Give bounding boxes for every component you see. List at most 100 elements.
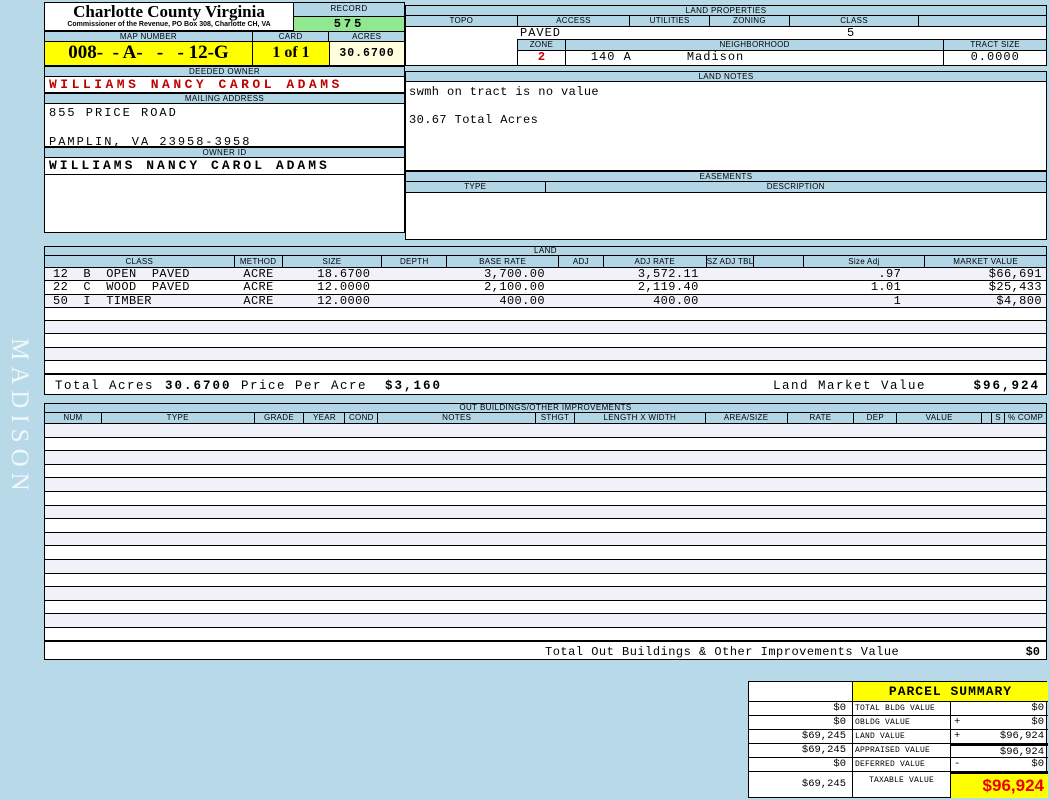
ob-col-rate: RATE [788,413,855,423]
neighborhood-label: NEIGHBORHOOD [566,40,945,50]
cell-method: ACRE [243,268,274,281]
total-acres-label: Total Acres [55,379,155,393]
land-properties-columns: TOPO ACCESS UTILITIES ZONING CLASS [405,16,1047,27]
ps-left-value: $0 [749,702,853,716]
land-market-value-label: Land Market Value [773,379,927,393]
land-col-market-value: MARKET VALUE [953,257,1018,266]
ps-right-value: + $96,924 [951,730,1048,744]
ps-amount: $0 [1031,702,1044,714]
out-buildings-body [44,424,1047,641]
land-table-empty-row [45,321,1046,335]
ps-operator: - [954,758,961,770]
taxable-label: TAXABLE VALUE [853,772,951,798]
cell-adj-rate: 2,119.40 [637,281,699,294]
cell-adj-rate: 400.00 [653,294,699,307]
class-label-spacer [919,16,1046,26]
deeded-owner-header: DEEDED OWNER [44,66,405,77]
ob-empty-row [45,627,1046,640]
ps-header-spacer [749,682,853,702]
access-label: ACCESS [518,16,631,26]
ob-col-area-size: AREA/SIZE [706,413,788,423]
total-acres-value: 30.6700 [165,379,232,393]
ps-operator: + [954,716,961,728]
land-totals-row: Total Acres 30.6700 Price Per Acre $3,16… [44,374,1047,395]
map-number-label: MAP NUMBER [45,32,253,41]
ps-label: DEFERRED VALUE [853,758,951,772]
topo-label: TOPO [406,16,518,26]
cell-method: ACRE [243,294,274,307]
ps-right-value: $0 [951,702,1048,716]
cell-adj [559,281,604,293]
cell-method: ACRE [243,281,274,294]
zoning-label: ZONING [710,16,790,26]
commissioner-line: Commissioner of the Revenue, PO Box 308,… [67,21,271,28]
cell-size-adj: 1.01 [870,281,902,294]
neighborhood-value: 140 A Madison [566,51,945,65]
land-col-adj: ADJ [559,256,604,267]
ob-empty-row [45,587,1046,601]
price-per-acre-value: $3,160 [385,379,443,393]
record-box: RECORD 575 [293,2,405,34]
land-col-class: CLASS [45,256,235,267]
land-table-body: 12 B OPEN PAVED ACRE 18.6700 3,700.00 3,… [44,268,1047,375]
cell-size: 12.0000 [317,281,371,294]
ps-right-value: + $0 [951,716,1048,730]
cell-class: 12 B OPEN PAVED [53,268,190,281]
property-record-card: MADISON Charlotte County Virginia Commis… [0,0,1050,800]
ps-label: TOTAL BLDG VALUE [853,702,951,716]
cell-base-rate: 2,100.00 [484,281,545,294]
cell-adj [559,295,604,307]
tract-size-label: TRACT SIZE [970,40,1020,49]
map-value-row: 008- - A- - - 12-G 1 of 1 30.6700 [44,42,405,66]
ps-operator: + [954,730,961,742]
land-section-header: LAND [44,246,1047,256]
ps-label: APPRAISED VALUE [853,744,951,758]
out-buildings-section-header: OUT BUILDINGS/OTHER IMPROVEMENTS [44,403,1047,413]
card-label: CARD [253,32,330,41]
record-label: RECORD [293,2,405,17]
owner-id-value: WILLIAMS NANCY CAROL ADAMS [44,158,405,175]
cell-market-value: $25,433 [988,281,1042,294]
parcel-summary: PARCEL SUMMARY $0 TOTAL BLDG VALUE $0 $0… [748,681,1048,798]
cell-adj-rate: 3,572.11 [637,268,699,281]
ob-col-sthgt: STHGT [536,413,575,423]
map-number-value: 008- - A- - - 12-G [44,42,253,66]
ob-empty-row [45,424,1046,438]
out-buildings-total-value: $0 [1025,645,1040,659]
price-per-acre-label: Price Per Acre [241,379,368,393]
neighborhood-side-label: MADISON [6,338,33,497]
ps-label: LAND VALUE [853,730,951,744]
ob-col-pct-comp: % COMP [1007,413,1044,422]
land-table-empty-row [45,307,1046,321]
cell-size-adj: .97 [878,268,902,281]
acres-label: ACRES [352,32,382,41]
ps-amount: $0 [1031,758,1044,770]
zone-neighborhood-values: 2 140 A Madison 0.0000 [517,51,1047,66]
cell-size-adj: 1 [893,294,902,307]
ps-amount: $0 [1031,716,1044,728]
land-table-columns: CLASS METHOD SIZE DEPTH BASE RATE ADJ AD… [44,256,1047,268]
cell-base-rate: 3,700.00 [484,268,545,281]
land-col-adj-rate: ADJ RATE [604,256,707,267]
ob-empty-row [45,505,1046,520]
land-table-empty-row [45,334,1046,348]
land-table-row: 12 B OPEN PAVED ACRE 18.6700 3,700.00 3,… [45,268,1046,282]
class-label: CLASS [790,16,920,26]
address-line-1: 855 PRICE ROAD [49,106,178,120]
land-col-size: SIZE [283,256,383,267]
cell-depth [382,268,447,280]
cell-size: 12.0000 [317,294,371,307]
out-buildings-total-label: Total Out Buildings & Other Improvements… [545,645,900,659]
cell-class: 22 C WOOD PAVED [53,281,190,294]
ob-col-dep: DEP [854,413,898,423]
topo-value-cell [405,27,518,66]
cell-adj [559,268,604,280]
cell-class: 50 I TIMBER [53,294,152,307]
easement-type-label: TYPE [406,182,546,192]
cell-sz-adj-tbl [707,295,754,307]
taxable-left-value: $69,245 [749,772,853,798]
land-notes-box: swmh on tract is no value 30.67 Total Ac… [405,82,1047,171]
ob-empty-row [45,478,1046,492]
ob-empty-row [45,519,1046,533]
cell-depth [382,281,447,293]
